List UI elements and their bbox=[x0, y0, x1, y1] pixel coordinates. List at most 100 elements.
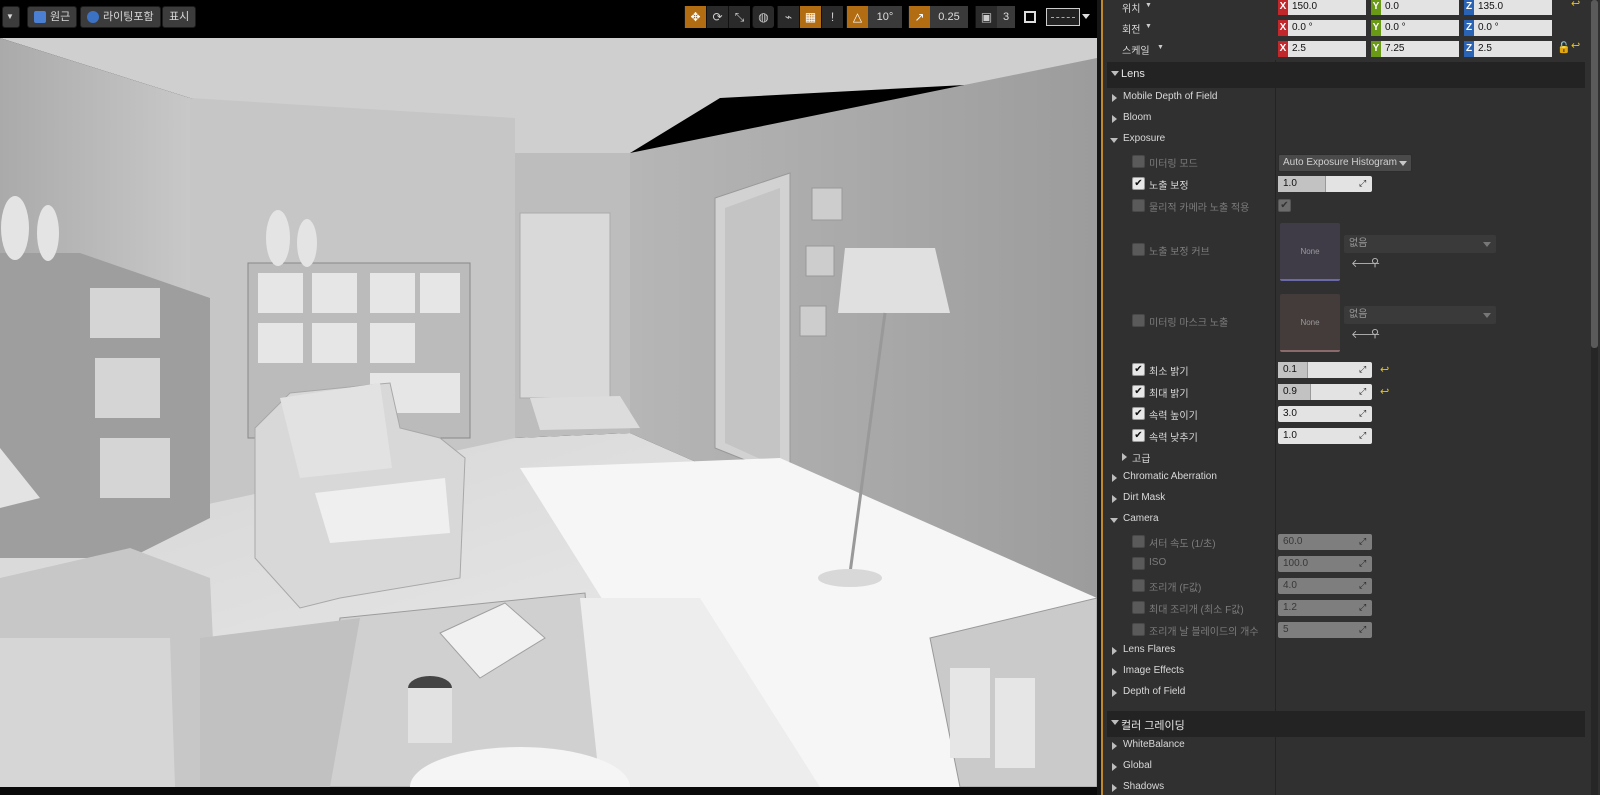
rotation-snap-toggle[interactable]: △ bbox=[846, 6, 868, 28]
reset-to-default-icon[interactable]: ↩ bbox=[1380, 385, 1389, 398]
curve-asset-thumbnail[interactable]: None bbox=[1280, 223, 1340, 281]
group-white-balance[interactable]: WhiteBalance bbox=[1103, 736, 1585, 757]
view-mode-perspective-button[interactable]: 원근 bbox=[27, 6, 78, 28]
location-y-value[interactable]: 0.0 bbox=[1381, 0, 1459, 15]
min-brightness-field[interactable]: 0.1 ⤢ bbox=[1278, 362, 1372, 378]
metering-mask-checkbox[interactable] bbox=[1132, 314, 1145, 327]
curve-asset-picker[interactable]: 없음 bbox=[1344, 235, 1496, 253]
group-camera[interactable]: Camera bbox=[1103, 510, 1585, 531]
aperture-field[interactable]: 4.0 ⤢ bbox=[1278, 578, 1372, 594]
max-brightness-field[interactable]: 0.9 ⤢ bbox=[1278, 384, 1372, 400]
scale-x-value[interactable]: 2.5 bbox=[1288, 41, 1366, 57]
maximize-viewport-icon[interactable] bbox=[1024, 11, 1036, 23]
exposure-comp-field[interactable]: 1.0 ⤢ bbox=[1278, 176, 1372, 192]
group-global[interactable]: Global bbox=[1103, 757, 1585, 778]
lighting-mode-button[interactable]: 라이팅포함 bbox=[80, 6, 161, 28]
axis-x-label: X bbox=[1278, 0, 1288, 15]
rotation-snap-value[interactable]: 10° bbox=[868, 6, 902, 28]
viewport-options-button[interactable]: ▼ bbox=[2, 6, 20, 28]
iso-field[interactable]: 100.0 ⤢ bbox=[1278, 556, 1372, 572]
level-viewport[interactable]: ▼ 원근 라이팅포함 표시 ✥ ⟳ ⤡ ◍ ⌁ ▦ ! △ 10° ↗ 0.25… bbox=[0, 0, 1097, 795]
details-panel: 위치 ▼ X 150.0 Y 0.0 Z 135.0 ↩ 회전 ▼ X 0.0 … bbox=[1101, 0, 1600, 795]
group-advanced[interactable]: 고급 bbox=[1103, 447, 1585, 468]
chevron-down-icon[interactable]: ▼ bbox=[1145, 23, 1152, 30]
location-x-value[interactable]: 150.0 bbox=[1288, 0, 1366, 15]
world-space-button[interactable]: ◍ bbox=[752, 6, 774, 28]
rotation-z-value[interactable]: 0.0 ° bbox=[1474, 20, 1552, 36]
location-z-value[interactable]: 135.0 bbox=[1474, 0, 1552, 15]
expand-arrow-icon bbox=[1110, 138, 1118, 143]
scale-snap-toggle[interactable]: ↗ bbox=[908, 6, 930, 28]
browse-search-icon[interactable]: ⚲ bbox=[1371, 256, 1379, 269]
shutter-checkbox[interactable] bbox=[1132, 535, 1145, 548]
scene-render[interactable] bbox=[0, 38, 1097, 787]
translate-mode-button[interactable]: ✥ bbox=[684, 6, 706, 28]
metering-mode-checkbox[interactable] bbox=[1132, 155, 1145, 168]
scale-mode-button[interactable]: ⤡ bbox=[728, 6, 750, 28]
location-label[interactable]: 위치 bbox=[1122, 0, 1140, 15]
mask-asset-thumbnail[interactable]: None bbox=[1280, 294, 1340, 352]
chevron-down-icon[interactable]: ▼ bbox=[1145, 2, 1152, 9]
speed-up-checkbox[interactable]: ✔ bbox=[1132, 407, 1145, 420]
group-shadows[interactable]: Shadows bbox=[1103, 778, 1585, 795]
grid-snap-value-button[interactable]: ! bbox=[821, 6, 843, 28]
max-brightness-checkbox[interactable]: ✔ bbox=[1132, 385, 1145, 398]
scrollbar-thumb[interactable] bbox=[1591, 0, 1598, 348]
group-exposure[interactable]: Exposure bbox=[1103, 130, 1585, 151]
reset-to-default-icon[interactable]: ↩ bbox=[1571, 39, 1580, 52]
apply-physical-value-checkbox[interactable]: ✔ bbox=[1278, 199, 1291, 212]
scale-y-value[interactable]: 7.25 bbox=[1381, 41, 1459, 57]
speed-down-field[interactable]: 1.0 ⤢ bbox=[1278, 428, 1372, 444]
min-brightness-checkbox[interactable]: ✔ bbox=[1132, 363, 1145, 376]
scale-z-value[interactable]: 2.5 bbox=[1474, 41, 1552, 57]
rotation-y-value[interactable]: 0.0 ° bbox=[1381, 20, 1459, 36]
speed-down-checkbox[interactable]: ✔ bbox=[1132, 429, 1145, 442]
layout-options-button[interactable] bbox=[1046, 8, 1080, 26]
camera-speed-value[interactable]: 3 bbox=[997, 6, 1015, 28]
group-image-effects[interactable]: Image Effects bbox=[1103, 662, 1585, 683]
chevron-down-icon[interactable]: ▼ bbox=[1157, 44, 1164, 51]
lock-icon[interactable]: 🔓 bbox=[1557, 41, 1571, 54]
metering-mode-dropdown[interactable]: Auto Exposure Histogram bbox=[1278, 154, 1412, 172]
chevron-down-icon[interactable] bbox=[1082, 14, 1090, 19]
camera-speed-button[interactable]: ▣ bbox=[975, 6, 997, 28]
scale-snap-value[interactable]: 0.25 bbox=[930, 6, 968, 28]
rotation-label[interactable]: 회전 bbox=[1122, 21, 1140, 36]
group-dirt-mask[interactable]: Dirt Mask bbox=[1103, 489, 1585, 510]
browse-search-icon[interactable]: ⚲ bbox=[1371, 327, 1379, 340]
aperture-checkbox[interactable] bbox=[1132, 579, 1145, 592]
max-aperture-field[interactable]: 1.2 ⤢ bbox=[1278, 600, 1372, 616]
category-lens[interactable]: Lens bbox=[1107, 62, 1585, 88]
iso-label: ISO bbox=[1149, 557, 1167, 568]
apply-physical-enable-checkbox[interactable] bbox=[1132, 199, 1145, 212]
speed-up-field[interactable]: 3.0 ⤢ bbox=[1278, 406, 1372, 422]
category-color-grading[interactable]: 컬러 그레이딩 bbox=[1107, 711, 1585, 737]
max-aperture-value: 1.2 bbox=[1283, 602, 1297, 613]
reset-to-default-icon[interactable]: ↩ bbox=[1380, 363, 1389, 376]
scale-label[interactable]: 스케일 bbox=[1122, 42, 1150, 57]
group-depth-of-field[interactable]: Depth of Field bbox=[1103, 683, 1585, 704]
group-chromatic-aberration[interactable]: Chromatic Aberration bbox=[1103, 468, 1585, 489]
rotate-mode-button[interactable]: ⟳ bbox=[706, 6, 728, 28]
exposure-comp-checkbox[interactable]: ✔ bbox=[1132, 177, 1145, 190]
shutter-field[interactable]: 60.0 ⤢ bbox=[1278, 534, 1372, 550]
grid-snap-toggle[interactable]: ▦ bbox=[799, 6, 821, 28]
blade-count-checkbox[interactable] bbox=[1132, 623, 1145, 636]
group-lens-flares[interactable]: Lens Flares bbox=[1103, 641, 1585, 662]
blade-count-field[interactable]: 5 ⤢ bbox=[1278, 622, 1372, 638]
show-flags-button[interactable]: 표시 bbox=[162, 6, 197, 28]
iso-checkbox[interactable] bbox=[1132, 557, 1145, 570]
reset-to-default-icon[interactable]: ↩ bbox=[1571, 0, 1580, 10]
group-mobile-dof[interactable]: Mobile Depth of Field bbox=[1103, 88, 1585, 109]
max-aperture-checkbox[interactable] bbox=[1132, 601, 1145, 614]
min-brightness-row: ✔ 최소 밝기 0.1 ⤢ ↩ bbox=[1103, 360, 1585, 381]
expand-arrow-icon bbox=[1110, 518, 1118, 523]
group-bloom[interactable]: Bloom bbox=[1103, 109, 1585, 130]
rotation-x-value[interactable]: 0.0 ° bbox=[1288, 20, 1366, 36]
camera-icon: ▣ bbox=[980, 10, 993, 24]
exposure-curve-checkbox[interactable] bbox=[1132, 243, 1145, 256]
surface-snap-button[interactable]: ⌁ bbox=[777, 6, 799, 28]
chevron-down-icon: ▼ bbox=[6, 12, 14, 21]
collapsed-arrow-icon bbox=[1112, 495, 1117, 503]
mask-asset-picker[interactable]: 없음 bbox=[1344, 306, 1496, 324]
